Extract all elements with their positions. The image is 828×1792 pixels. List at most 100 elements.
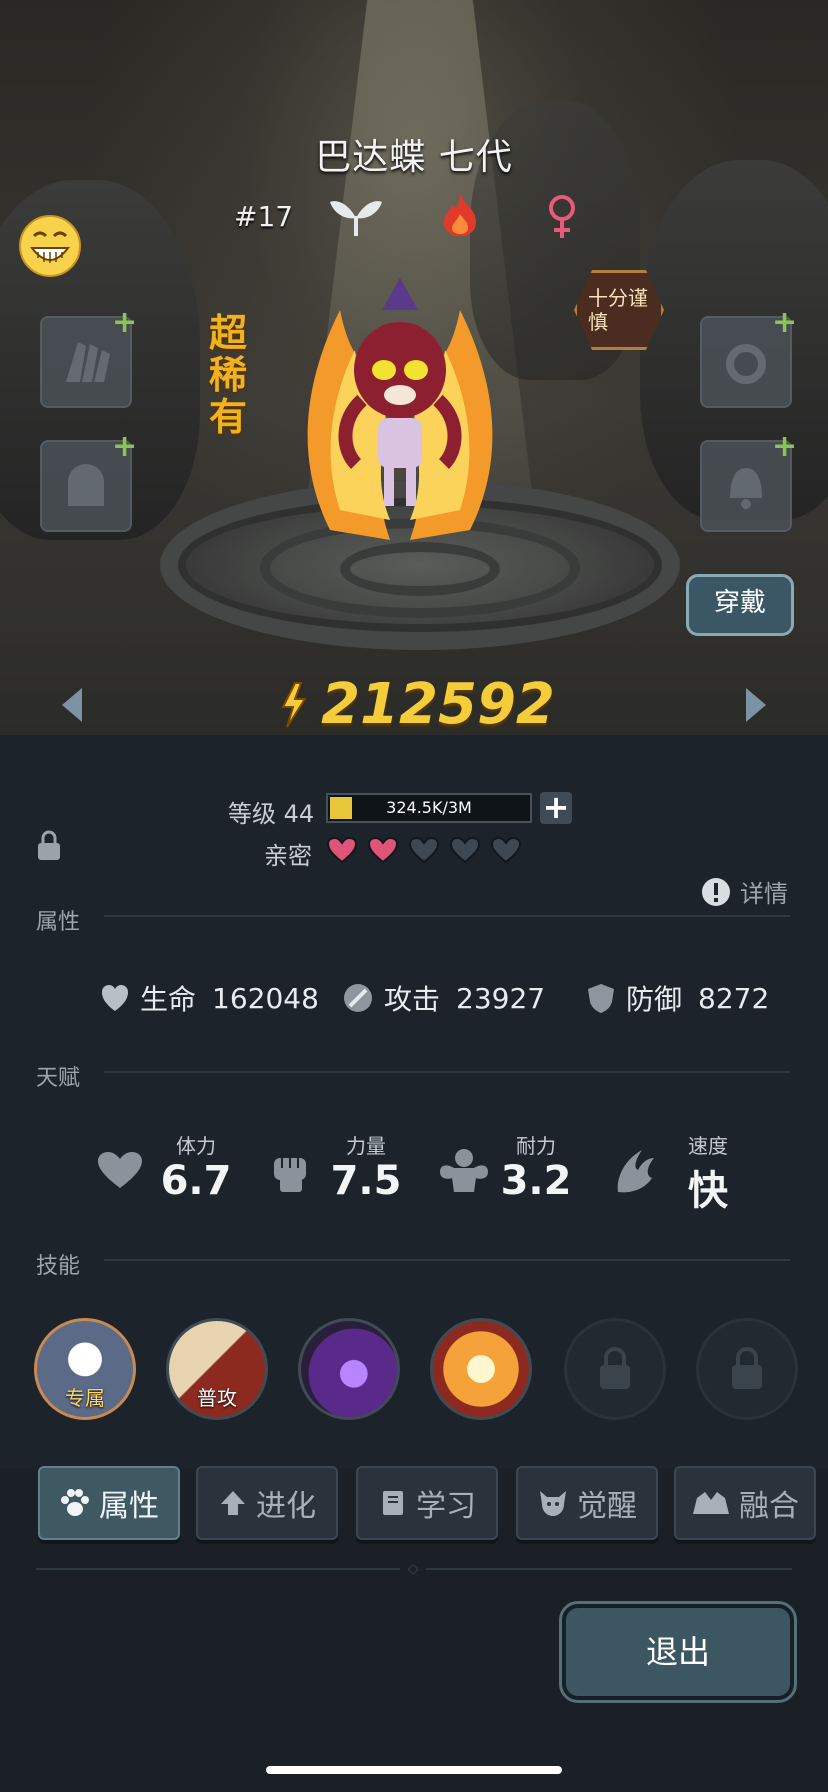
power-display: 212592 [0,672,828,735]
shield-icon [588,984,614,1013]
power-icon [281,681,307,728]
female-gender-icon [549,195,575,238]
fire-type-icon[interactable] [440,192,480,238]
tab-label: 进化 [256,1489,316,1524]
skill-label: 专属 [65,1386,105,1410]
beast-head-icon [540,1491,566,1516]
up-arrow-icon [221,1491,245,1515]
wear-button[interactable]: 穿戴 [686,574,794,636]
skill-explosion[interactable] [430,1318,532,1420]
talent-label: 力量 [346,1134,386,1158]
details-link[interactable]: 详情 [700,874,788,909]
tab-attributes[interactable]: 属性 [38,1466,180,1540]
tab-awaken[interactable]: 觉醒 [516,1466,658,1540]
merge-icon [693,1492,729,1514]
talent-stamina: 体力 6.7 [96,1128,256,1208]
skill-basic-attack[interactable]: 普攻 [166,1318,268,1420]
xp-text: 324.5K/3M [386,798,472,817]
heart-empty-icon [449,836,481,864]
stat-label: 生命 [140,983,197,1016]
skill-exclusive[interactable]: 专属 [34,1318,136,1420]
tab-merge[interactable]: 融合 [674,1466,816,1540]
claw-icon [66,342,110,382]
skill-label: 普攻 [197,1386,237,1410]
talent-strength: 力量 7.5 [268,1128,428,1208]
character-number: #17 [234,200,294,233]
heart-filled-icon [367,836,399,864]
ring-icon [726,344,766,384]
heart-icon [98,1152,142,1188]
muscle-icon [440,1149,488,1192]
home-indicator[interactable] [266,1766,562,1774]
stat-value: 162048 [212,981,319,1015]
heart-shield-icon [102,985,128,1011]
tab-label: 学习 [416,1489,476,1524]
tab-label: 融合 [739,1489,799,1524]
talent-endurance: 耐力 3.2 [438,1128,598,1208]
heart-empty-icon [408,836,440,864]
intimacy-label: 亲密 [264,842,312,870]
creature-sprite[interactable] [300,250,500,560]
stats-row: 生命 162048 攻击 23927 防御 8272 [100,978,800,1018]
grass-type-icon[interactable] [328,194,384,238]
add-icon: + [112,305,138,340]
heart-empty-icon [490,836,522,864]
equip-slot-claw[interactable]: + [40,308,137,408]
skill-purple-blade[interactable] [298,1318,400,1420]
bell-icon [730,468,762,509]
details-label: 详情 [740,880,788,908]
info-icon [702,877,730,906]
talent-value: 7.5 [330,1158,402,1204]
intimacy-hearts [326,836,526,866]
heart-filled-icon [326,836,358,864]
talent-label: 速度 [688,1134,728,1158]
tab-learn[interactable]: 学习 [356,1466,498,1540]
character-scene: 巴达蝶 七代 #17 + + + + 超稀有 十分谨慎 穿戴 212592 [0,0,828,735]
sword-icon [344,984,372,1012]
section-talent: 天赋 [36,1066,81,1091]
character-name: 巴达蝶 七代 [315,137,513,178]
talent-value: 3.2 [500,1158,572,1204]
rarity-label: 超稀有 [208,311,247,439]
skill-slot-locked[interactable] [564,1318,666,1420]
helmet-icon [68,464,104,506]
lock-icon[interactable] [36,830,62,862]
talent-value: 6.7 [160,1158,232,1204]
wing-icon [617,1150,654,1193]
stat-hp: 生命 162048 [100,978,319,1018]
talent-value: 快 [688,1168,728,1214]
stat-attack: 攻击 23927 [342,978,545,1018]
add-icon: + [772,305,798,340]
talent-label: 耐力 [516,1134,556,1158]
fist-icon [274,1158,306,1192]
tab-evolve[interactable]: 进化 [196,1466,338,1540]
mood-grin-icon[interactable] [18,214,82,278]
xp-bar: 324.5K/3M [326,793,532,823]
skill-slot-locked[interactable] [696,1318,798,1420]
level-label: 等级 44 [228,800,315,828]
lock-icon [600,1347,630,1389]
equip-slot-ring[interactable]: + [700,308,797,408]
stat-value: 8272 [698,981,770,1015]
tab-label: 属性 [99,1489,159,1524]
section-skills: 技能 [36,1254,81,1279]
exit-button[interactable]: 退出 [559,1601,797,1703]
personality-badge[interactable]: 十分谨慎 [574,270,664,350]
stat-value: 23927 [456,981,546,1015]
divider [104,1071,790,1073]
talent-speed: 速度 快 [612,1128,772,1214]
book-icon [383,1491,403,1515]
stat-defense: 防御 8272 [586,978,769,1018]
add-icon: + [772,429,798,464]
tab-label: 觉醒 [577,1489,637,1524]
divider [104,1259,790,1261]
stat-label: 防御 [626,983,683,1016]
divider [104,915,790,917]
lock-icon [732,1347,762,1389]
equip-slot-bell[interactable]: + [700,432,797,532]
power-value: 212592 [321,672,555,735]
paw-icon [61,1489,89,1516]
add-xp-button[interactable]: + [540,791,572,824]
equip-slot-helmet[interactable]: + [40,432,137,532]
add-icon: + [112,429,138,464]
